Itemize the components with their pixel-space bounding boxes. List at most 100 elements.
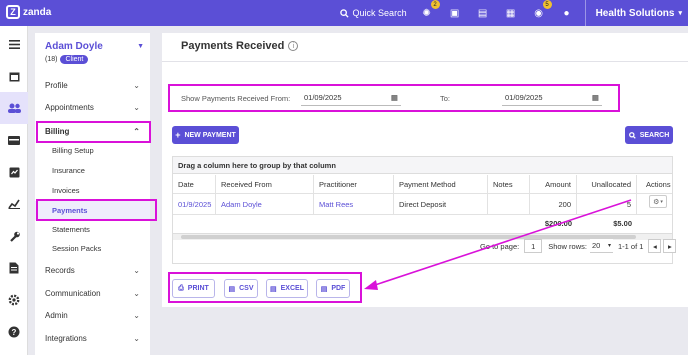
rows-per-page-select[interactable]: 20 ▾ <box>589 239 613 253</box>
next-page-button[interactable]: ▸ <box>663 239 677 253</box>
sidebar-item-label: Profile <box>45 80 68 90</box>
org-switcher[interactable]: Health Solutions ▾ <box>584 0 688 26</box>
pager: Go to page: 1 Show rows: 20 ▾ 1-1 of 1 ◂… <box>480 239 677 253</box>
help-icon[interactable]: ? <box>0 316 28 348</box>
chevron-down-icon[interactable]: ▼ <box>137 43 144 50</box>
sidebar-item-integrations[interactable]: Integrations ⌄ <box>35 328 150 348</box>
cell-practitioner[interactable]: Matt Rees <box>314 194 394 214</box>
search-icon <box>339 8 349 18</box>
chevron-down-icon: ⌄ <box>133 102 140 112</box>
chevron-down-icon: ⌄ <box>133 265 140 275</box>
chevron-down-icon: ▾ <box>678 10 682 17</box>
column-header-practitioner[interactable]: Practitioner <box>314 175 394 193</box>
sidebar-item-billing[interactable]: Billing ⌃ <box>35 121 150 141</box>
column-header-received-from[interactable]: Received From <box>216 175 314 193</box>
quick-search-button[interactable]: Quick Search <box>339 8 407 18</box>
chevron-down-icon: ⌄ <box>133 288 140 298</box>
calendar-icon[interactable]: ▦ <box>592 93 599 102</box>
sidebar-item-admin[interactable]: Admin ⌄ <box>35 305 150 325</box>
sidebar-subitem-session-packs[interactable]: Session Packs <box>35 239 150 258</box>
zanda-logo[interactable]: Z zanda <box>6 5 51 19</box>
print-button[interactable]: ⎙ PRINT <box>172 279 215 298</box>
svg-text:?: ? <box>12 328 17 337</box>
info-icon[interactable]: i <box>288 41 299 51</box>
payments-panel: Payments Received i Show Payments Receiv… <box>162 33 688 307</box>
document-icon[interactable] <box>0 252 28 284</box>
sidebar-subitem-label: Invoices <box>52 186 80 195</box>
sidebar-subitem-label: Session Packs <box>52 244 102 253</box>
divider <box>162 61 688 62</box>
cell-date[interactable]: 01/9/2025 <box>173 194 216 214</box>
new-payment-button[interactable]: + NEW PAYMENT <box>172 126 239 144</box>
sidebar-item-label: Records <box>45 265 75 275</box>
new-payment-label: NEW PAYMENT <box>184 131 236 139</box>
client-sidebar: Adam Doyle ▼ (18) Client Profile ⌄ Appoi… <box>35 33 150 355</box>
pdf-button[interactable]: ▤ PDF <box>316 279 350 298</box>
file-invoice-icon[interactable] <box>0 156 28 188</box>
cell-payment-method: Direct Deposit <box>394 194 488 214</box>
sidebar-item-communication[interactable]: Communication ⌄ <box>35 283 150 303</box>
image-icon[interactable]: ▣ <box>447 5 463 21</box>
chat-icon[interactable]: ● <box>559 5 575 21</box>
search-button[interactable]: SEARCH <box>625 126 673 144</box>
wrench-icon[interactable] <box>0 220 28 252</box>
column-header-notes[interactable]: Notes <box>488 175 530 193</box>
to-date-value: 01/09/2025 <box>505 92 543 102</box>
row-actions-button[interactable]: ⚙ ▾ <box>649 195 667 208</box>
chevron-up-icon: ⌃ <box>133 126 140 136</box>
page-title: Payments Received i <box>181 40 299 52</box>
csv-label: CSV <box>239 285 254 292</box>
cell-received-from[interactable]: Adam Doyle <box>216 194 314 214</box>
icon-nav-bar: ? <box>0 26 28 355</box>
excel-label: EXCEL <box>280 285 304 292</box>
to-date-input[interactable]: 01/09/2025 ▦ <box>502 89 602 106</box>
clipboard-icon[interactable]: ▤ <box>475 5 491 21</box>
sidebar-item-label: Admin <box>45 310 68 320</box>
column-header-payment-method[interactable]: Payment Method <box>394 175 488 193</box>
prev-page-button[interactable]: ◂ <box>648 239 662 253</box>
menu-icon[interactable] <box>0 28 28 60</box>
calendar-icon[interactable]: ▦ <box>391 93 398 102</box>
sidebar-item-label: Communication <box>45 288 101 298</box>
total-amount: $200.00 <box>544 218 572 228</box>
chevron-down-icon: ⌄ <box>133 310 140 320</box>
chart-icon[interactable] <box>0 188 28 220</box>
column-header-date[interactable]: Date <box>173 175 216 193</box>
file-icon: ▤ <box>320 285 328 293</box>
wallet-icon[interactable] <box>0 124 28 156</box>
show-rows-label: Show rows: <box>548 241 587 251</box>
sidebar-subitem-label: Statements <box>52 225 90 234</box>
search-label: SEARCH <box>639 131 670 139</box>
from-label: Show Payments Received From: <box>181 94 291 103</box>
csv-button[interactable]: ▤ CSV <box>224 279 258 298</box>
group-drop-zone[interactable]: Drag a column here to group by that colu… <box>173 157 672 174</box>
sidebar-item-records[interactable]: Records ⌄ <box>35 260 150 280</box>
page-number-input[interactable]: 1 <box>524 239 543 253</box>
sidebar-subitem-invoices[interactable]: Invoices <box>35 181 150 200</box>
calendar-plus-icon[interactable]: ▦ <box>503 5 519 21</box>
column-header-amount[interactable]: Amount <box>530 175 577 193</box>
page-title-text: Payments Received <box>181 40 285 52</box>
cell-amount: 200 <box>530 194 577 214</box>
pdf-label: PDF <box>331 285 346 292</box>
excel-button[interactable]: ▤ EXCEL <box>266 279 308 298</box>
org-name: Health Solutions <box>595 7 675 19</box>
sidebar-subitem-insurance[interactable]: Insurance <box>35 161 150 180</box>
file-icon: ▤ <box>228 285 236 293</box>
sidebar-subitem-statements[interactable]: Statements <box>35 220 150 239</box>
sidebar-subitem-billing-setup[interactable]: Billing Setup <box>35 141 150 160</box>
file-icon: ▤ <box>270 285 277 293</box>
client-name[interactable]: Adam Doyle <box>45 41 103 52</box>
sidebar-item-profile[interactable]: Profile ⌄ <box>35 75 150 95</box>
calendar-icon[interactable] <box>0 60 28 92</box>
sidebar-item-label: Billing <box>45 126 70 136</box>
users-icon[interactable] <box>0 92 28 124</box>
tasks-icon[interactable]: ◉ 5 <box>531 0 552 21</box>
from-date-input[interactable]: 01/09/2025 ▦ <box>301 89 401 106</box>
sidebar-subitem-payments[interactable]: Payments <box>35 201 150 220</box>
settings-icon[interactable] <box>0 284 28 316</box>
sidebar-item-appointments[interactable]: Appointments ⌄ <box>35 97 150 117</box>
activity-icon[interactable]: ✺ 2 <box>419 0 440 21</box>
column-header-unallocated[interactable]: Unallocated <box>577 175 637 193</box>
goto-label: Go to page: <box>480 241 520 251</box>
